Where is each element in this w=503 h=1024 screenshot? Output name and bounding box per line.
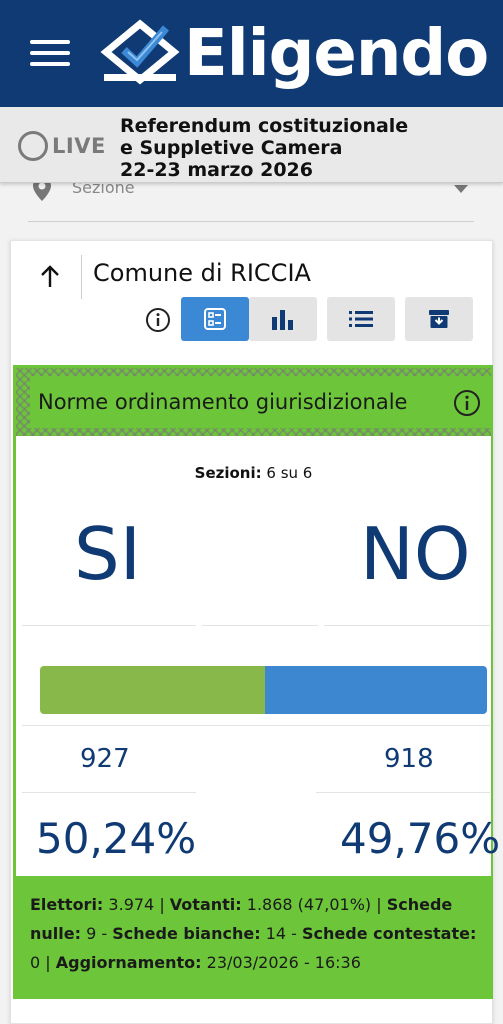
sezioni-value: 6 su 6: [266, 464, 313, 482]
elettori-label: Elettori:: [30, 895, 104, 914]
si-votes: 927: [80, 744, 130, 774]
election-title-line: e Suppletive Camera: [120, 137, 343, 159]
menu-line: [30, 62, 70, 66]
ballot-check-icon: [100, 19, 180, 85]
results-header: Norme ordinamento giurisdizionale: [16, 368, 491, 436]
menu-line: [30, 40, 70, 44]
bar-chart-icon: [272, 310, 293, 330]
election-date: 22-23 marzo 2026: [120, 159, 313, 181]
no-share-fill: [264, 666, 487, 714]
live-circle-icon: [18, 131, 48, 161]
results-summary: Elettori: 3.974 | Votanti: 1.868 (47,01%…: [16, 876, 491, 996]
nulle-value: 9: [86, 924, 97, 943]
votanti-value: 1.868 (47,01%): [246, 895, 372, 914]
referendum-results: Norme ordinamento giurisdizionale Sezion…: [13, 365, 500, 999]
live-bar: LIVE Referendum costituzionale e Supplet…: [0, 107, 503, 183]
live-indicator[interactable]: LIVE: [18, 131, 106, 161]
votanti-label: Votanti:: [169, 895, 242, 914]
live-label: LIVE: [52, 134, 106, 158]
divider: [81, 255, 82, 299]
contestate-label: Schede contestate:: [302, 924, 477, 943]
election-title-line: Referendum costituzionale: [120, 115, 409, 137]
divider: [22, 625, 196, 626]
contestate-value: 0: [30, 953, 41, 972]
si-label: SI: [74, 512, 141, 596]
sezioni-count: Sezioni: 6 su 6: [16, 464, 491, 482]
list-icon: [349, 311, 373, 327]
menu-icon[interactable]: [30, 40, 70, 68]
info-icon[interactable]: [453, 389, 481, 417]
view-list-button[interactable]: [327, 297, 395, 341]
divider: [22, 725, 490, 726]
divider: [324, 625, 490, 626]
chevron-down-icon: [454, 185, 468, 193]
view-chart-button[interactable]: [249, 297, 317, 341]
aggiornamento-value: 23/03/2026 - 16:36: [206, 953, 361, 972]
no-percent: 49,76%: [340, 814, 501, 863]
view-cards-button[interactable]: [181, 297, 249, 341]
divider: [316, 792, 490, 793]
archive-icon: [429, 310, 449, 328]
app-header: Eligendo: [0, 0, 503, 107]
sezioni-label: Sezioni:: [194, 464, 262, 482]
app: Eligendo LIVE Referendum costituzionale …: [0, 0, 503, 1024]
divider: [202, 625, 318, 626]
vote-share-bar: [40, 666, 487, 714]
bianche-label: Schede bianche:: [112, 924, 261, 943]
divider: [22, 792, 196, 793]
comune-card: Comune di RICCIA Norme ordinamento giuri…: [10, 240, 500, 1024]
quesito-title: Norme ordinamento giurisdizionale: [38, 390, 408, 414]
si-share-fill: [40, 666, 265, 714]
elettori-value: 3.974: [108, 895, 155, 914]
results-header-bar: Norme ordinamento giurisdizionale: [30, 376, 491, 428]
brand-name: Eligendo: [184, 17, 489, 91]
aggiornamento-label: Aggiornamento:: [55, 953, 202, 972]
archive-button[interactable]: [405, 297, 473, 341]
arrow-up-icon[interactable]: [37, 263, 63, 289]
bianche-value: 14: [265, 924, 287, 943]
no-votes: 918: [384, 744, 434, 774]
logo[interactable]: Eligendo: [100, 12, 489, 96]
si-percent: 50,24%: [36, 814, 197, 863]
info-icon[interactable]: [145, 307, 171, 333]
election-title: Referendum costituzionale e Suppletive C…: [120, 115, 408, 181]
menu-line: [30, 51, 70, 55]
list-detail-icon: [204, 308, 226, 330]
no-label: NO: [360, 512, 471, 596]
comune-title: Comune di RICCIA: [93, 259, 311, 287]
